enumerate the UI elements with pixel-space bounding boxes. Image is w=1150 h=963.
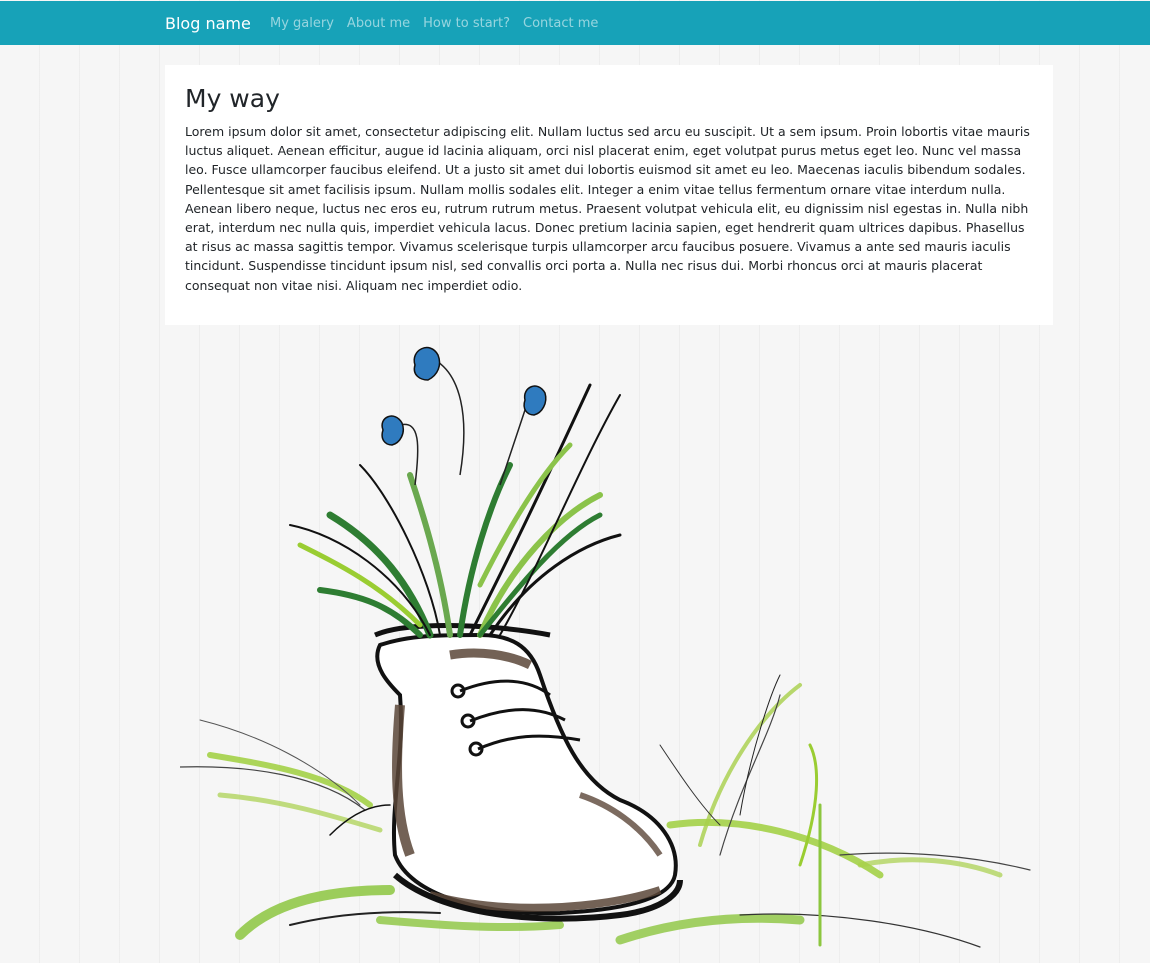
nav-link-how-to-start[interactable]: How to start? (423, 15, 510, 33)
article-body: Lorem ipsum dolor sit amet, consectetur … (185, 124, 1030, 293)
top-navbar: Blog name My galery About me How to star… (0, 1, 1150, 45)
brand-link[interactable]: Blog name (165, 14, 251, 34)
nav-link-about-me[interactable]: About me (347, 15, 410, 33)
nav-links: My galery About me How to start? Contact… (270, 15, 598, 33)
boot-illustration-icon (180, 346, 1031, 948)
article-card: My way Lorem ipsum dolor sit amet, conse… (165, 65, 1053, 325)
article-title: My way (185, 84, 280, 113)
nav-link-my-galery[interactable]: My galery (270, 15, 334, 33)
nav-link-contact-me[interactable]: Contact me (523, 15, 598, 33)
